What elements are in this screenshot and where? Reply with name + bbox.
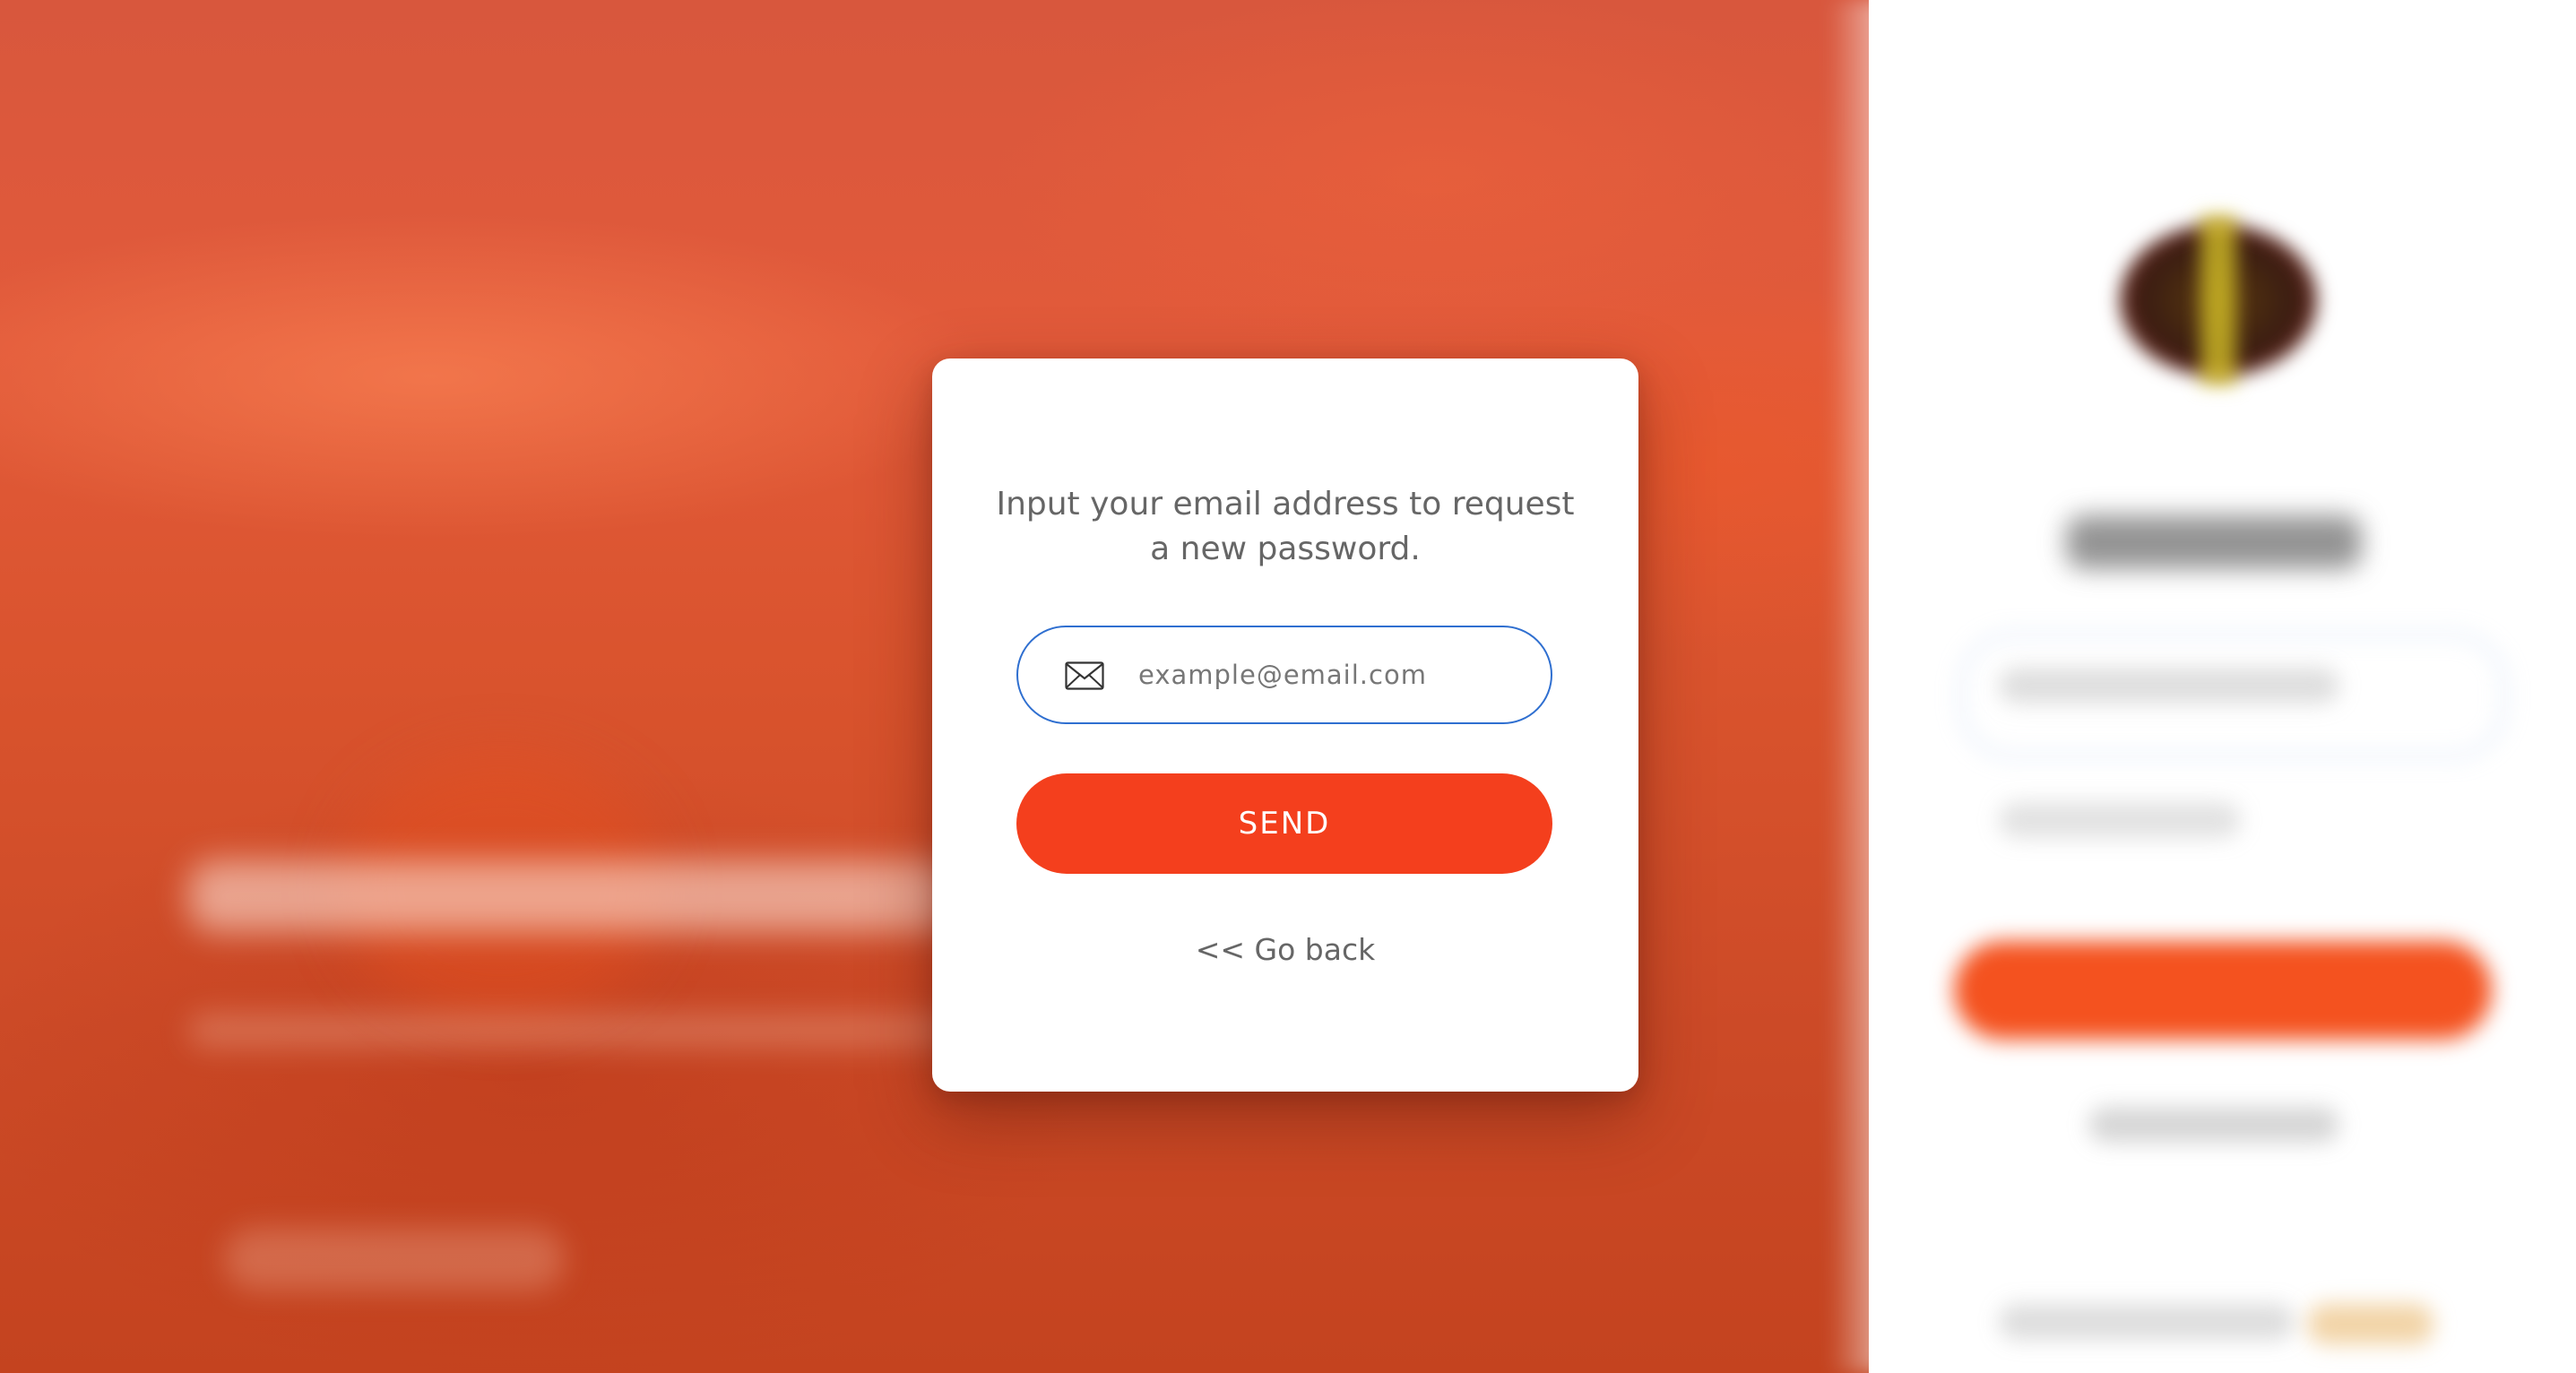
background-subtitle: [188, 1013, 959, 1049]
modal-message: Input your email address to request a ne…: [996, 486, 1575, 567]
background-footer-link: [2308, 1304, 2433, 1344]
page: Input your email address to request a ne…: [0, 0, 2576, 1373]
background-password-text: [1999, 802, 2241, 838]
reset-password-modal: Input your email address to request a ne…: [932, 358, 1638, 1092]
background-login-heading: [2066, 515, 2362, 569]
email-field[interactable]: [1016, 626, 1552, 724]
send-button[interactable]: SEND: [1016, 773, 1552, 874]
background-headline: [188, 860, 959, 932]
email-input[interactable]: [1138, 627, 1524, 722]
mail-icon: [1065, 661, 1104, 690]
background-email-text: [1999, 668, 2339, 704]
background-footer-text: [1999, 1304, 2295, 1340]
background-button: [224, 1228, 565, 1291]
background-login-button: [1954, 941, 2492, 1040]
background-logo-stripe: [2200, 215, 2236, 385]
go-back-link[interactable]: << Go back: [932, 932, 1638, 967]
background-forgot-link: [2088, 1107, 2339, 1143]
